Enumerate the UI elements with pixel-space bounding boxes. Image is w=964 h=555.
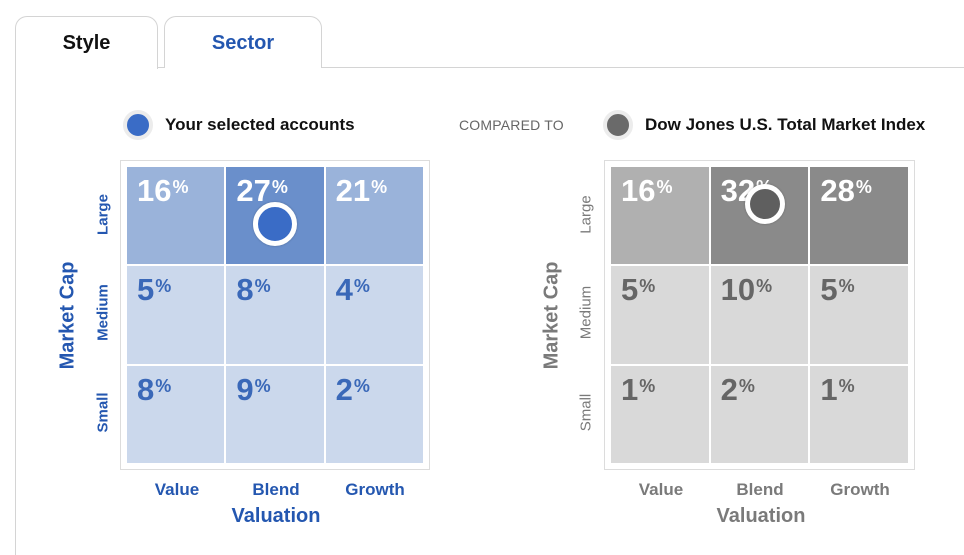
row-label-large: Large bbox=[94, 194, 112, 235]
cell-small-value: 8% bbox=[127, 365, 225, 463]
cell-value: 16 bbox=[137, 173, 172, 208]
x-axis-title: Valuation bbox=[231, 505, 321, 527]
percent-sign: % bbox=[155, 276, 172, 297]
cell-value: 2 bbox=[335, 371, 353, 407]
y-axis-title: Market Cap bbox=[540, 261, 563, 370]
cell-value: 21 bbox=[335, 173, 371, 208]
percent-sign: % bbox=[656, 177, 673, 197]
percent-sign: % bbox=[254, 276, 271, 297]
legend-benchmark-label: Dow Jones U.S. Total Market Index bbox=[645, 115, 926, 134]
percent-sign: % bbox=[855, 177, 872, 197]
percent-sign: % bbox=[639, 276, 656, 297]
row-label-small: Small bbox=[94, 392, 112, 433]
col-label-growth: Growth bbox=[345, 480, 405, 499]
percent-sign: % bbox=[254, 375, 271, 396]
legend-benchmark: Dow Jones U.S. Total Market Index bbox=[603, 110, 925, 140]
cell-small-value: 1% bbox=[611, 365, 709, 463]
blue-dot-icon bbox=[123, 110, 153, 140]
tab-sector[interactable]: Sector bbox=[164, 16, 322, 68]
compared-to-label: COMPARED TO bbox=[459, 117, 564, 133]
row-label-small: Small bbox=[577, 393, 595, 432]
cell-value: 8 bbox=[137, 371, 155, 407]
percent-sign: % bbox=[353, 276, 370, 297]
cell-medium-growth: 5% bbox=[810, 266, 908, 364]
cell-large-value: 16% bbox=[611, 167, 709, 265]
cell-medium-value: 5% bbox=[611, 266, 709, 364]
cell-value: 2 bbox=[720, 371, 738, 407]
percent-sign: % bbox=[371, 177, 388, 197]
gray-dot-icon bbox=[603, 110, 633, 140]
cell-small-growth: 1% bbox=[810, 365, 908, 463]
cell-value: 1 bbox=[820, 371, 838, 407]
cell-value: 1 bbox=[621, 371, 639, 407]
cell-small-blend: 9% bbox=[226, 365, 324, 463]
cell-value: 9 bbox=[236, 371, 254, 407]
col-label-blend: Blend bbox=[736, 480, 784, 499]
legend-selected-accounts: Your selected accounts bbox=[123, 110, 355, 140]
panel-border bbox=[15, 67, 16, 555]
legend-selected-label: Your selected accounts bbox=[165, 115, 355, 134]
percent-sign: % bbox=[639, 375, 656, 396]
cell-large-blend: 27% bbox=[226, 167, 324, 265]
percent-sign: % bbox=[353, 375, 370, 396]
percent-sign: % bbox=[838, 276, 855, 297]
cell-small-growth: 2% bbox=[325, 365, 423, 463]
cell-value: 5 bbox=[137, 272, 155, 308]
centroid-marker-icon bbox=[252, 201, 297, 246]
col-label-value: Value bbox=[154, 480, 200, 499]
y-axis-title: Market Cap bbox=[56, 261, 79, 370]
percent-sign: % bbox=[838, 375, 855, 396]
cell-value: 5 bbox=[820, 272, 838, 308]
cell-value: 4 bbox=[335, 272, 353, 308]
percent-sign: % bbox=[738, 375, 755, 396]
cell-value: 10 bbox=[720, 272, 756, 308]
cell-value: 8 bbox=[236, 272, 254, 308]
cell-value: 16 bbox=[621, 173, 656, 208]
percent-sign: % bbox=[271, 177, 288, 197]
row-label-medium: Medium bbox=[94, 284, 112, 341]
cell-large-growth: 28% bbox=[810, 167, 908, 265]
cell-medium-growth: 4% bbox=[325, 266, 423, 364]
cell-medium-blend: 8% bbox=[226, 266, 324, 364]
cell-large-value: 16% bbox=[127, 167, 225, 265]
cell-small-blend: 2% bbox=[710, 365, 809, 463]
col-label-blend: Blend bbox=[252, 480, 300, 499]
cell-value: 5 bbox=[621, 272, 639, 308]
cell-value: 28 bbox=[820, 173, 855, 208]
tab-style[interactable]: Style bbox=[15, 16, 158, 69]
style-grid: 16%32%28%5%10%5%1%2%1% bbox=[611, 167, 908, 463]
row-label-medium: Medium bbox=[577, 285, 595, 340]
cell-large-growth: 21% bbox=[325, 167, 423, 265]
centroid-marker-icon bbox=[744, 183, 785, 224]
percent-sign: % bbox=[172, 177, 189, 197]
x-axis-title: Valuation bbox=[716, 505, 806, 527]
cell-medium-value: 5% bbox=[127, 266, 225, 364]
style-grid: 16% 27% 21% 5% 8% 4% 8% 9% 2% bbox=[127, 167, 423, 463]
col-label-value: Value bbox=[638, 480, 684, 499]
cell-medium-blend: 10% bbox=[710, 266, 809, 364]
cell-large-blend: 32% bbox=[710, 167, 809, 265]
row-label-large: Large bbox=[577, 195, 595, 234]
col-label-growth: Growth bbox=[830, 480, 890, 499]
percent-sign: % bbox=[155, 375, 172, 396]
percent-sign: % bbox=[756, 276, 773, 297]
